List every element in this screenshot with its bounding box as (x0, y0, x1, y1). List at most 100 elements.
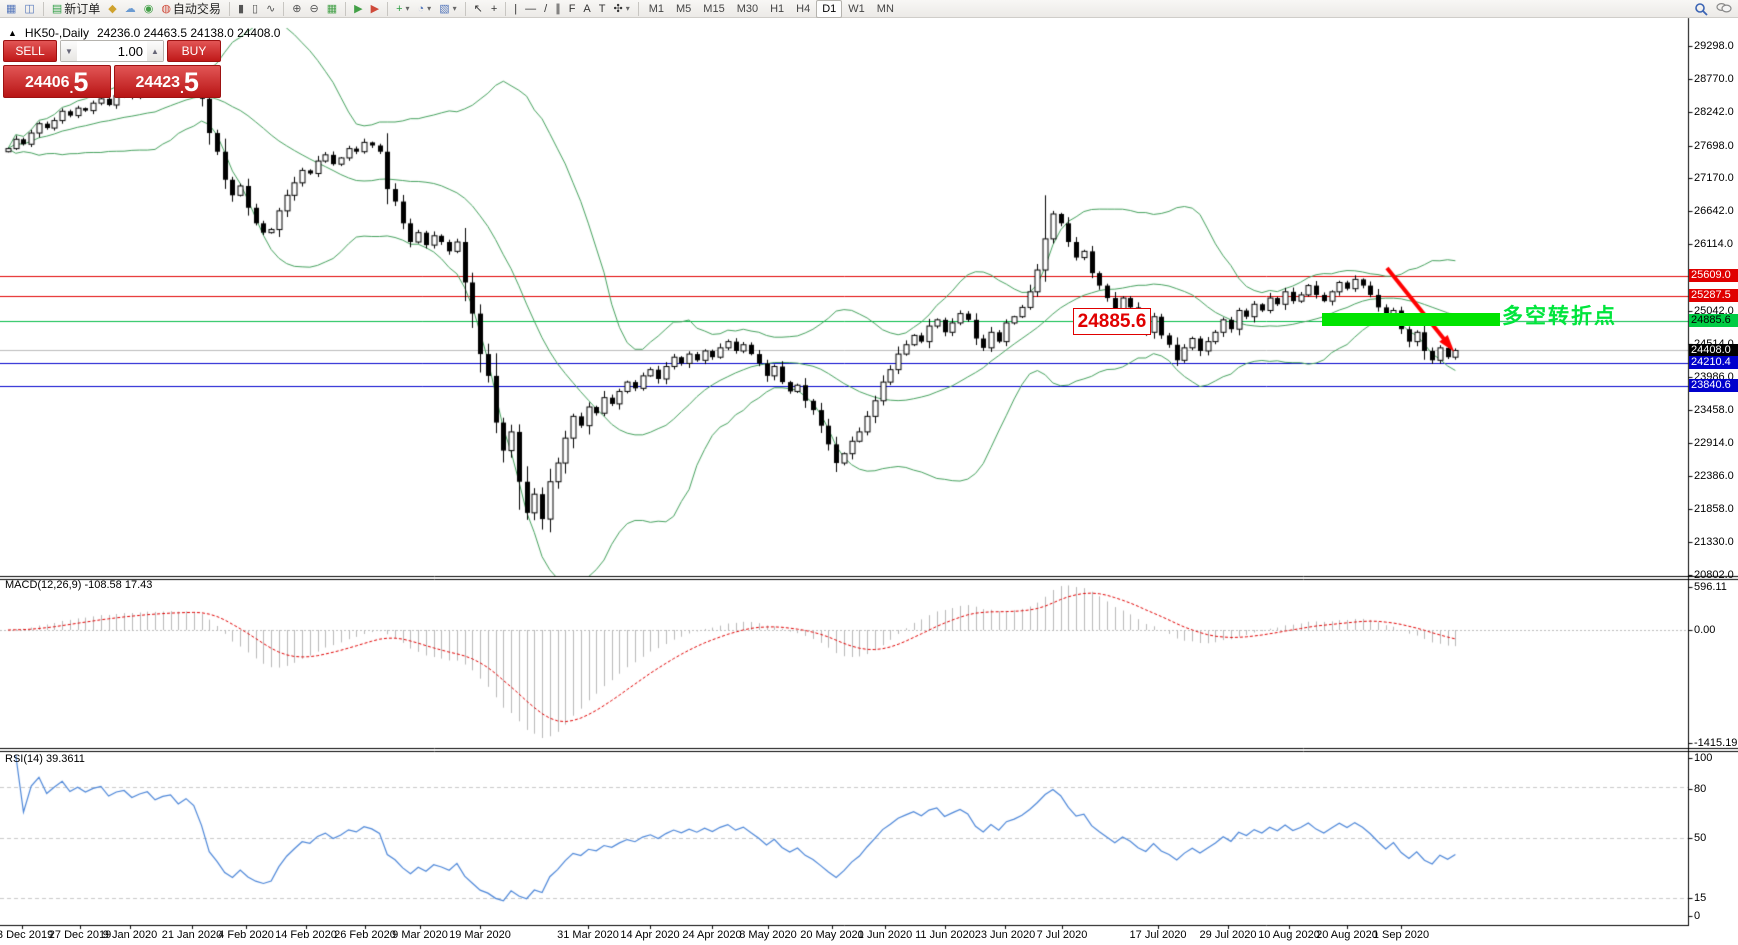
auto-scroll-icon[interactable]: ▶ (350, 0, 366, 18)
chart-shift-icon[interactable]: ▶ (367, 0, 383, 18)
zoom-out-icon: ⊖ (309, 2, 319, 15)
history-center-icon[interactable]: ◆ (104, 0, 120, 18)
trendline-icon[interactable]: / (540, 0, 551, 18)
date-tick: 14 Apr 2020 (620, 929, 680, 941)
pane-separator[interactable] (0, 575, 1738, 580)
buy-price-frac: 5 (183, 67, 199, 97)
indicators-icon[interactable]: + ▾ (392, 0, 413, 18)
timeframe-m30[interactable]: M30 (731, 0, 764, 18)
vertical-line-icon[interactable]: | (510, 0, 521, 18)
chart-surface[interactable] (0, 0, 1738, 945)
search-icon[interactable] (1690, 0, 1712, 18)
price-line-label: 24885.6 (1689, 314, 1738, 328)
trendline-icon: / (544, 2, 548, 15)
toolbar-separator (464, 1, 466, 16)
bar-chart-icon[interactable]: ▮ (234, 0, 248, 18)
price-tick: 21330.0 (1694, 536, 1734, 549)
buy-button[interactable]: BUY (167, 40, 221, 62)
new-order-button[interactable]: ▤ 新订单 (48, 0, 104, 18)
collapse-panel-icon[interactable]: ▲ (8, 28, 17, 38)
timeframe-h1[interactable]: H1 (764, 0, 790, 18)
price-tick: 27170.0 (1694, 172, 1734, 185)
text-label-icon: T (598, 2, 606, 15)
date-tick: 26 Feb 2020 (334, 929, 396, 941)
price-tick: 22914.0 (1694, 437, 1734, 450)
horizontal-line-icon[interactable]: — (521, 0, 540, 18)
price-tick: 26642.0 (1694, 205, 1734, 218)
timeframe-m1[interactable]: M1 (643, 0, 670, 18)
date-tick: 4 Feb 2020 (218, 929, 274, 941)
timeframe-w1[interactable]: W1 (842, 0, 871, 18)
date-tick: 14 Feb 2020 (275, 929, 337, 941)
chevron-down-icon[interactable]: ▾ (427, 4, 431, 13)
charts-window-icon[interactable]: ▦ (2, 0, 20, 18)
timeframe-d1[interactable]: D1 (816, 0, 843, 18)
price-line-label: 25287.5 (1689, 289, 1738, 303)
toolbar-separator (228, 1, 230, 16)
zoom-in-icon[interactable]: ⊕ (288, 0, 305, 18)
rsi-scale-tick: 50 (1694, 832, 1707, 844)
crosshair-icon[interactable]: + (487, 0, 501, 18)
price-tick: 28242.0 (1694, 105, 1734, 118)
text-label-icon[interactable]: T (595, 0, 610, 18)
signals-icon[interactable]: ◉ (140, 0, 158, 18)
volume-increase-button[interactable]: ▲ (147, 41, 163, 61)
new-order-button-label: 新订单 (64, 2, 101, 16)
autotrading-button[interactable]: ◍ 自动交易 (157, 0, 225, 18)
chevron-down-icon[interactable]: ▾ (626, 4, 630, 13)
timeframe-h4[interactable]: H4 (790, 0, 816, 18)
macd-scale-tick: 0.00 (1694, 624, 1716, 636)
chat-icon[interactable] (1712, 0, 1736, 18)
symbol-period-label: HK50-,Daily (24, 26, 89, 40)
timeframe-m5[interactable]: M5 (670, 0, 697, 18)
shapes-icon[interactable]: ✣ ▾ (610, 0, 634, 18)
vertical-line-icon: | (514, 2, 518, 15)
charts-window-icon: ▦ (6, 2, 17, 15)
chevron-down-icon[interactable]: ▾ (406, 4, 410, 13)
buy-price-button[interactable]: 24423. 5 (113, 65, 221, 98)
equidistant-channel-icon[interactable]: ∥ (551, 0, 565, 18)
price-tick: 20802.0 (1694, 569, 1734, 581)
zoom-out-icon[interactable]: ⊖ (306, 0, 323, 18)
macd-indicator-label: MACD(12,26,9) -108.58 17.43 (5, 579, 153, 591)
candlestick-chart-icon[interactable]: ▯ (248, 0, 262, 18)
sell-price-button[interactable]: 24406. 5 (3, 65, 111, 98)
date-tick: 1 Jun 2020 (857, 929, 913, 941)
price-tick: 29298.0 (1694, 40, 1734, 52)
price-annotation-box[interactable]: 24885.6 (1073, 308, 1151, 335)
rsi-scale-tick: 100 (1694, 752, 1713, 764)
price-line-label: 24210.4 (1689, 356, 1738, 370)
date-tick: 21 Jan 2020 (161, 929, 223, 941)
templates-icon[interactable]: ▧ ▾ (435, 0, 460, 18)
periods-icon[interactable]: ◔ ▾ (414, 0, 436, 18)
community-icon[interactable]: ☁ (121, 0, 140, 18)
fibonacci-icon[interactable]: F (565, 0, 580, 18)
date-tick: 13 Dec 2019 (0, 929, 54, 941)
turning-point-label[interactable]: 多空转折点 (1502, 300, 1617, 330)
date-tick: 20 May 2020 (800, 929, 864, 941)
periods-icon: ◔ (417, 2, 425, 15)
text-icon[interactable]: A (579, 0, 594, 18)
data-window-icon[interactable]: ◫ (20, 0, 38, 18)
date-tick: 9 Jan 2020 (102, 929, 158, 941)
volume-input[interactable] (77, 41, 147, 61)
timeframe-mn[interactable]: MN (871, 0, 900, 18)
date-tick: 23 Jun 2020 (974, 929, 1036, 941)
crosshair-icon: + (490, 2, 498, 15)
signals-icon: ◉ (143, 2, 154, 15)
ohlc-values: 24236.0 24463.5 24138.0 24408.0 (96, 26, 281, 40)
cursor-icon: ↖ (473, 2, 483, 15)
chevron-down-icon[interactable]: ▾ (453, 4, 457, 13)
sell-price-main: 24406 (25, 74, 70, 91)
line-chart-icon[interactable]: ∿ (262, 0, 279, 18)
timeframe-m15[interactable]: M15 (697, 0, 730, 18)
main-toolbar: ▦ ◫ ▤ 新订单 ◆ ☁ ◉ ◍ 自动交易 ▮ ▯ ∿ ⊕ ⊖ ▦ ▶ ▶ + ▾ ◔ ▾ ▧ ▾ ↖ + | — / ∥ F A T ✣ ▾ M… (0, 0, 1738, 18)
date-tick: 17 Jul 2020 (1129, 929, 1187, 941)
pane-separator[interactable] (0, 747, 1738, 752)
turning-point-zone[interactable] (1322, 313, 1500, 326)
tile-windows-icon[interactable]: ▦ (323, 0, 341, 18)
sell-button[interactable]: SELL (3, 40, 57, 62)
price-tick: 22386.0 (1694, 470, 1734, 483)
volume-decrease-button[interactable]: ▼ (61, 41, 77, 61)
cursor-icon[interactable]: ↖ (470, 0, 487, 18)
